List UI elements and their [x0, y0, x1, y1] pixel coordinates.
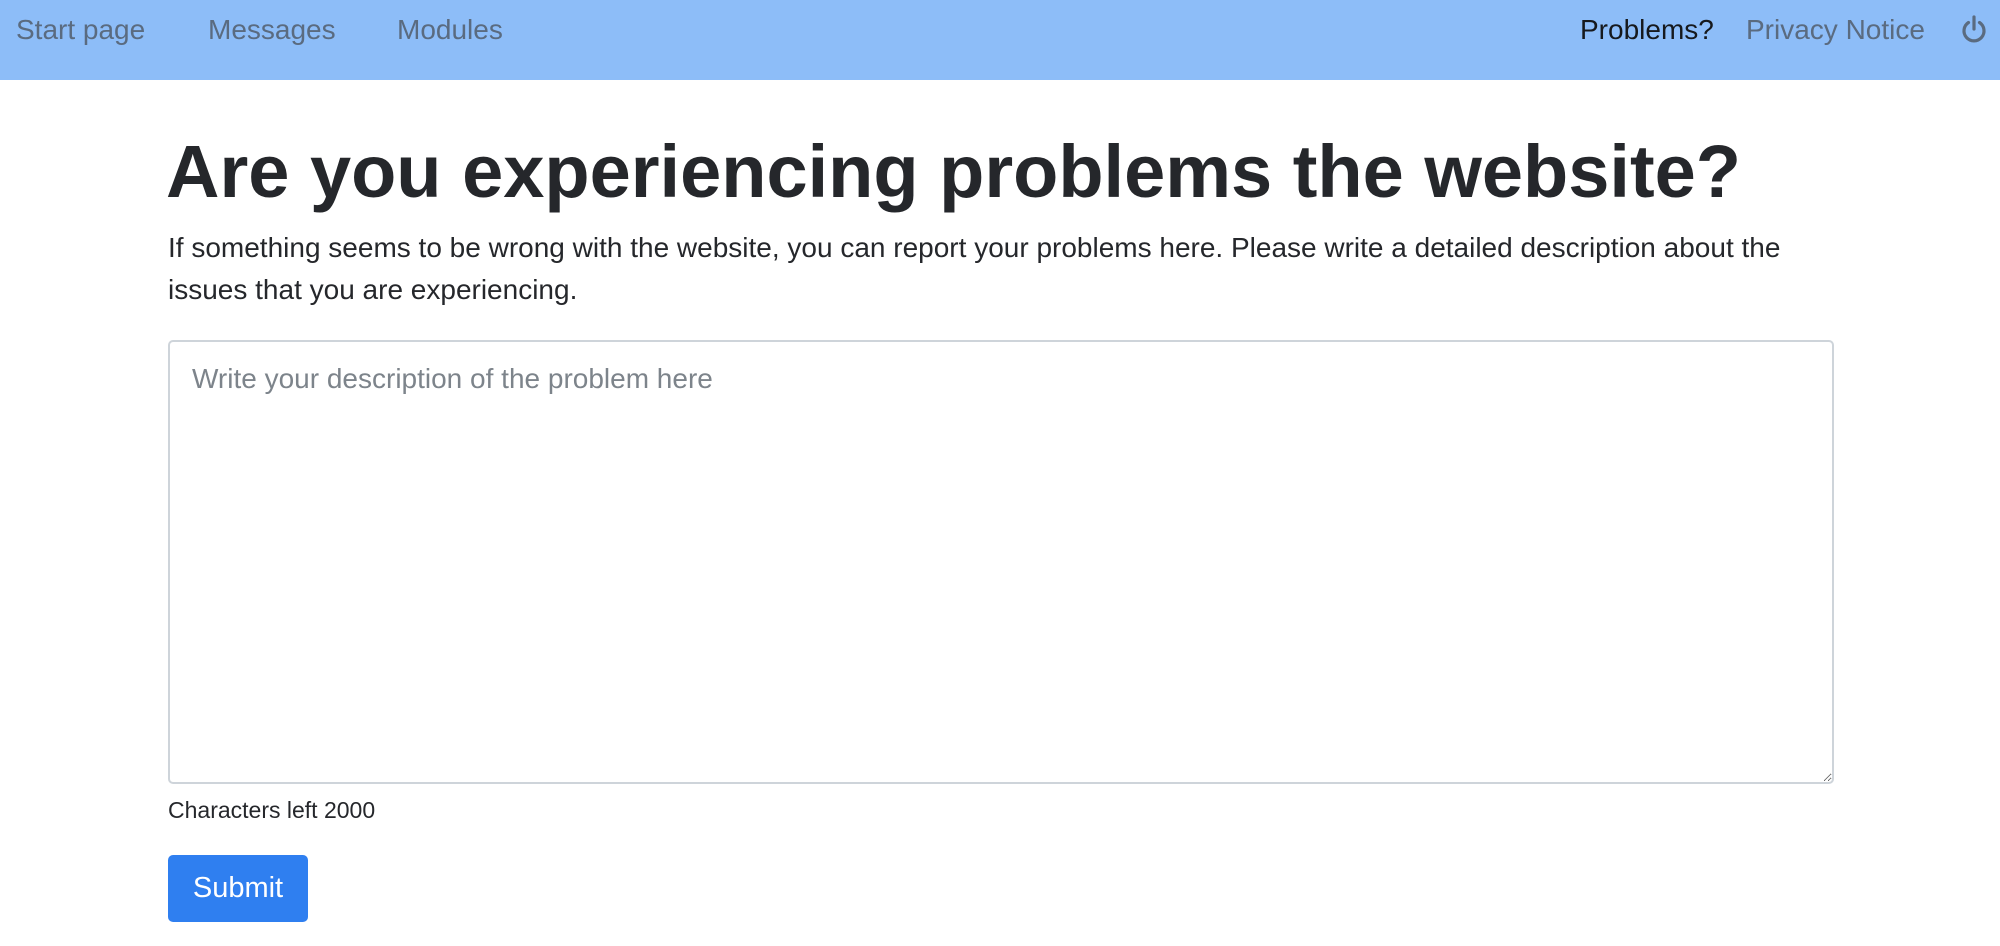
intro-text: If something seems to be wrong with the …: [168, 232, 1781, 305]
page-title: Are you experiencing problems the websit…: [166, 130, 1741, 213]
nav-modules[interactable]: Modules: [397, 13, 503, 47]
characters-left-counter: Characters left 2000: [168, 797, 376, 823]
nav-privacy-notice[interactable]: Privacy Notice: [1746, 13, 1925, 47]
power-icon[interactable]: [1958, 14, 1990, 46]
problem-description-input[interactable]: [168, 340, 1834, 784]
nav-messages[interactable]: Messages: [208, 13, 336, 47]
nav-problems[interactable]: Problems?: [1580, 13, 1714, 47]
top-navbar: Start page Messages Modules Problems? Pr…: [0, 0, 2000, 80]
submit-button[interactable]: Submit: [168, 855, 308, 922]
nav-start-page[interactable]: Start page: [16, 13, 145, 47]
